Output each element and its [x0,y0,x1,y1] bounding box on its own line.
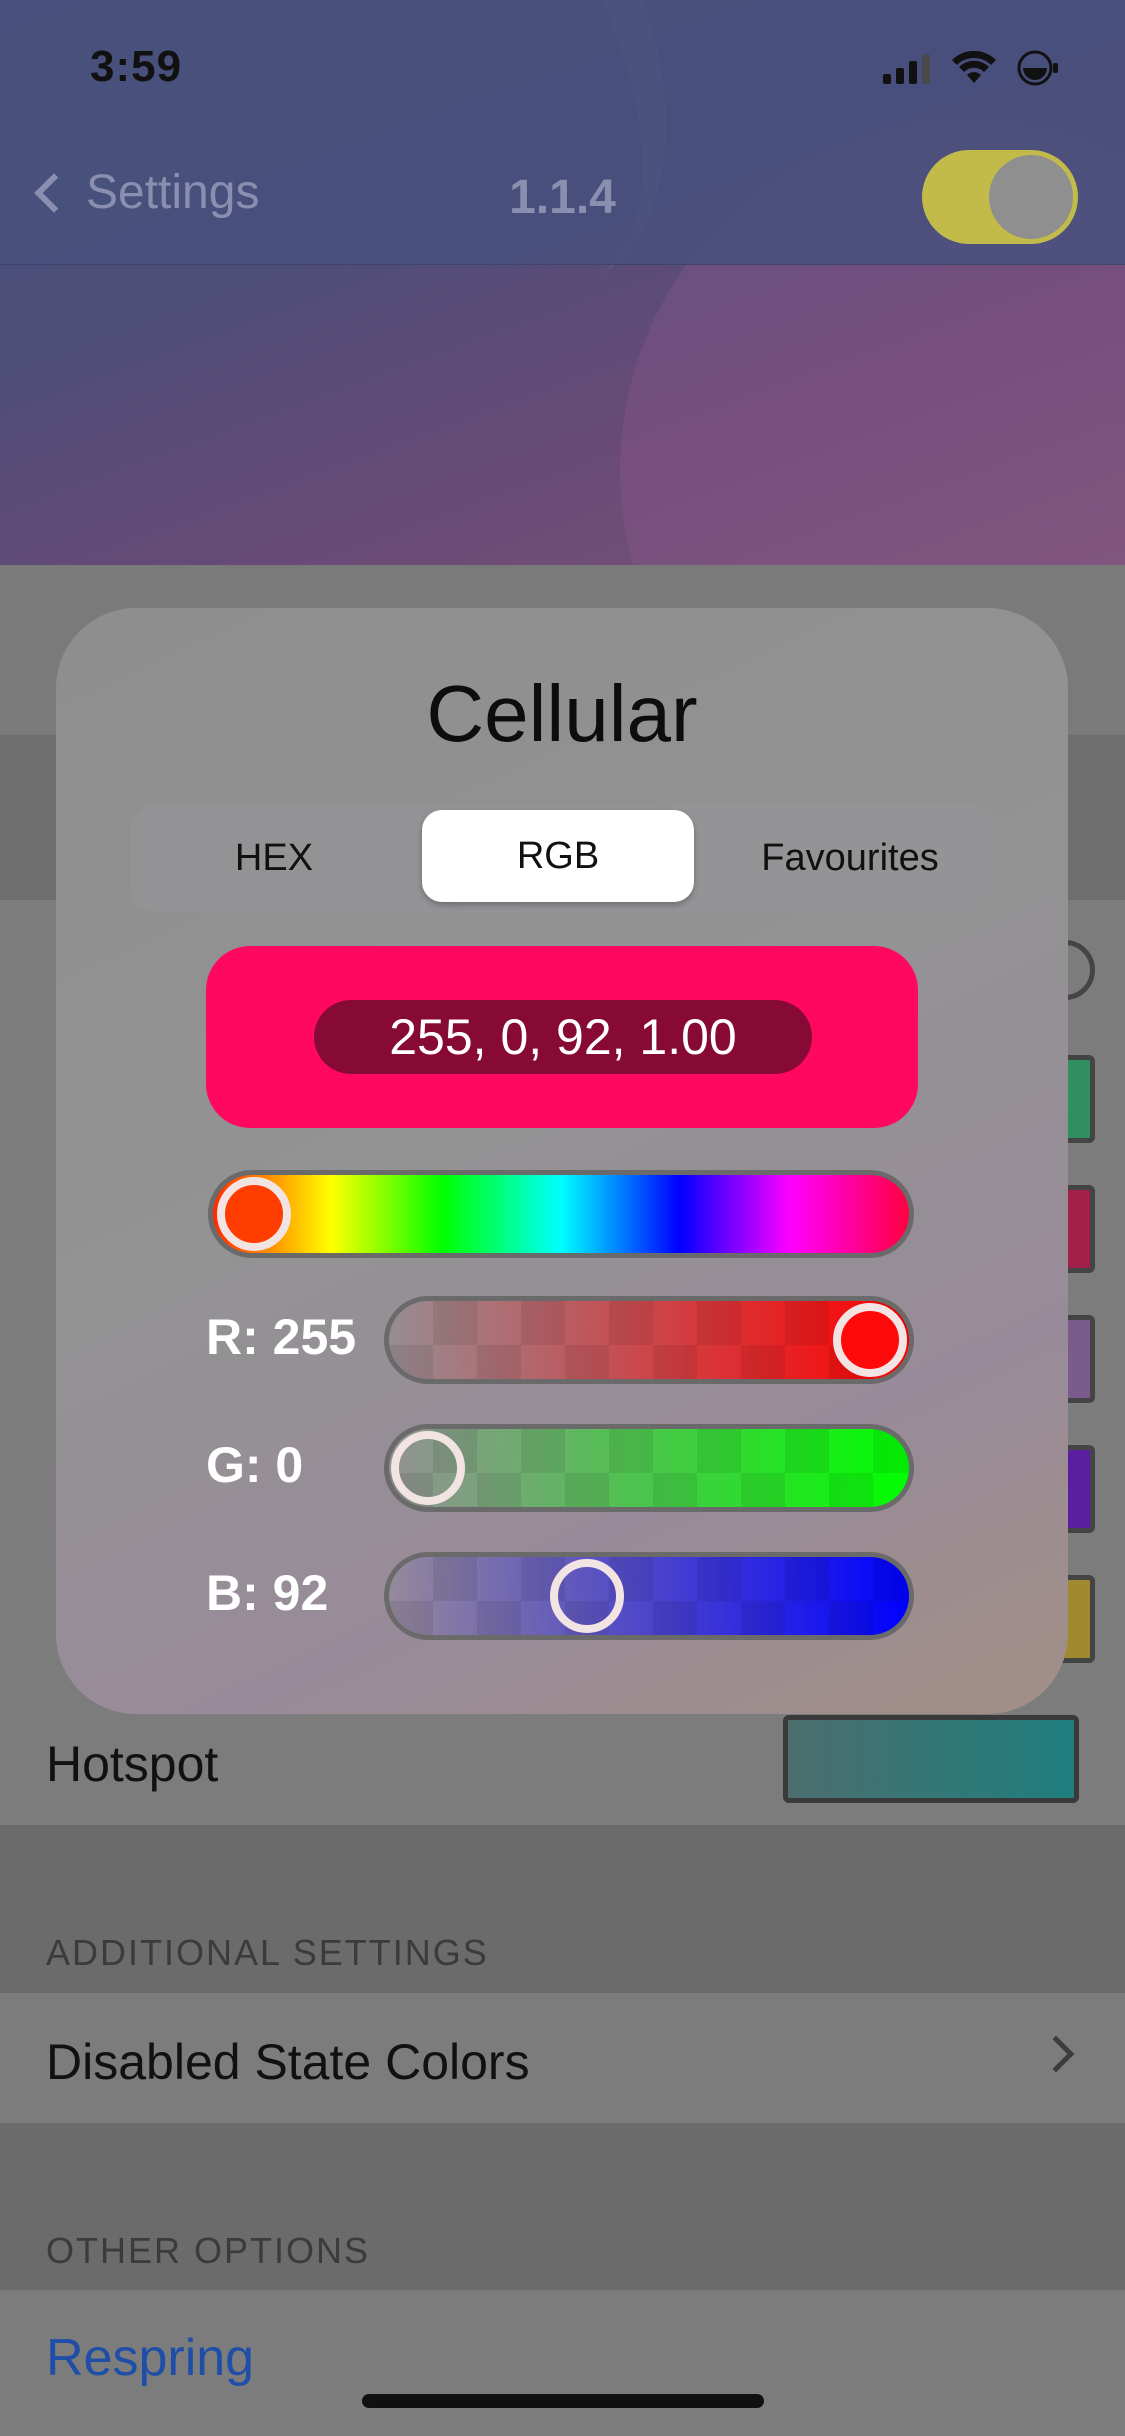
chevron-right-icon [1037,2035,1075,2073]
green-channel-label: G: 0 [206,1437,304,1493]
hotspot-color-swatch[interactable] [783,1715,1079,1803]
tab-hex[interactable]: HEX [130,804,418,912]
cellular-signal-icon [883,54,930,84]
wifi-icon [952,51,996,83]
color-value-field[interactable]: 255, 0, 92, 1.00 [314,1000,812,1074]
color-preview: 255, 0, 92, 1.00 [206,946,918,1128]
tab-rgb[interactable]: RGB [422,810,694,902]
hotspot-label: Hotspot [46,1736,219,1792]
tab-favourites[interactable]: Favourites [706,804,994,912]
red-channel-label: R: 255 [206,1309,357,1365]
status-icons [883,50,1063,86]
disabled-state-label: Disabled State Colors [46,2034,530,2090]
red-slider-thumb[interactable] [833,1303,907,1377]
green-slider-thumb[interactable] [391,1431,465,1505]
battery-icon [1017,50,1058,86]
transparency-checker [389,1301,909,1379]
hotspot-row[interactable]: Hotspot [0,1695,1125,1825]
red-slider[interactable] [384,1296,914,1384]
hue-slider-thumb[interactable] [217,1177,291,1251]
toggle-knob [989,155,1073,239]
status-time: 3:59 [90,42,183,91]
blue-slider-track [384,1552,914,1640]
section-header-other: OTHER OPTIONS [46,2230,371,2271]
disabled-state-colors-row[interactable]: Disabled State Colors [0,1993,1125,2123]
blue-slider[interactable] [384,1552,914,1640]
mode-segmented-control: HEX RGB Favourites [130,804,994,912]
transparency-checker [389,1557,909,1635]
respring-button[interactable]: Respring [46,2328,254,2388]
navigation-bar: 3:59 Settings 1.1.4 [0,0,1125,265]
enable-toggle[interactable] [922,150,1078,244]
blue-slider-thumb[interactable] [550,1559,625,1633]
home-indicator [362,2394,764,2408]
popup-title: Cellular [426,669,698,758]
section-header-additional: ADDITIONAL SETTINGS [46,1932,489,1973]
hue-slider[interactable] [208,1170,914,1258]
color-picker-popup: Cellular HEX RGB Favourites 255, 0, 92, … [56,608,1068,1714]
transparency-checker [389,1429,909,1507]
green-slider[interactable] [384,1424,914,1512]
blue-channel-label: B: 92 [206,1565,329,1621]
